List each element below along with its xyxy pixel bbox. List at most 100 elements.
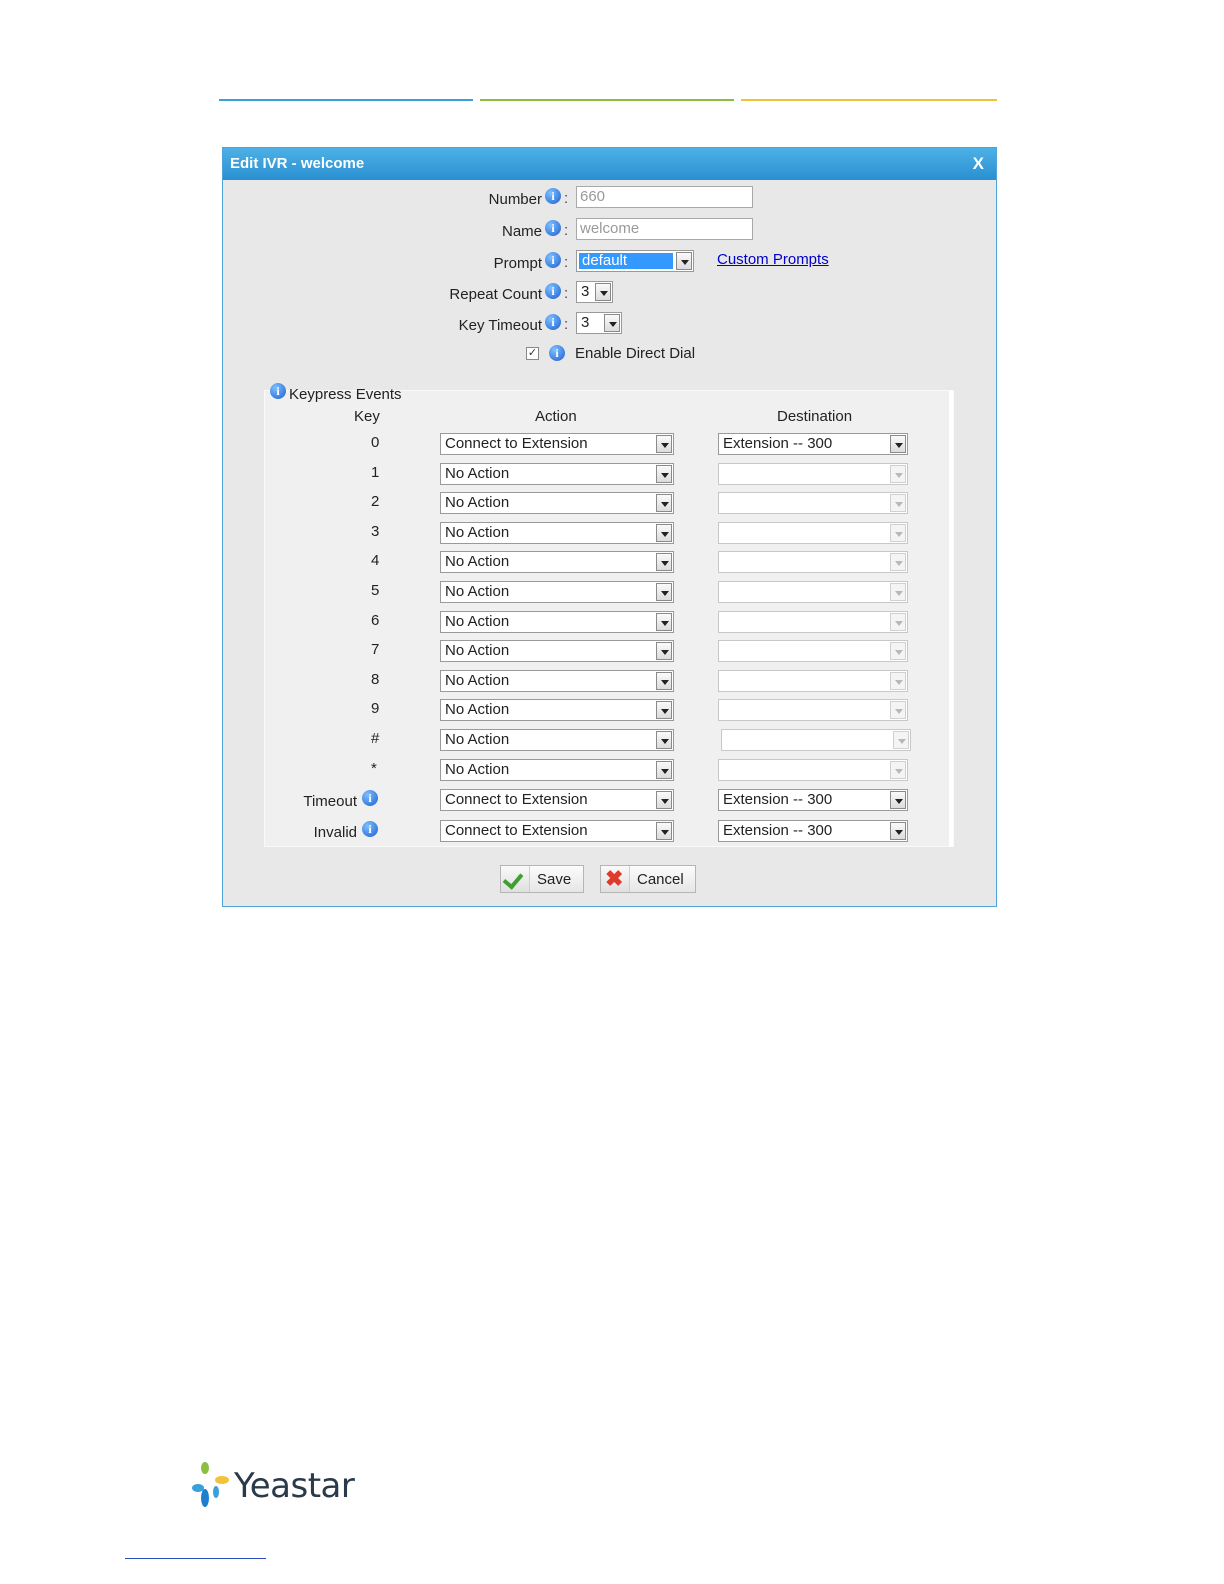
prompt-selected-value: default [579, 253, 673, 269]
prompt-label: Prompt [493, 255, 542, 272]
event-action-select[interactable]: No Action [440, 640, 674, 662]
invalid-destination-select[interactable]: Extension -- 300 [718, 820, 908, 842]
event-action-value: No Action [445, 731, 510, 748]
checkmark-icon [502, 868, 524, 890]
number-colon: : [564, 190, 569, 207]
yeastar-logo: Yeastar [192, 1458, 355, 1514]
event-action-value: No Action [445, 465, 510, 482]
chevron-down-icon [604, 314, 620, 332]
event-action-select[interactable]: No Action [440, 759, 674, 781]
chevron-down-icon [656, 435, 672, 453]
event-action-value: No Action [445, 761, 510, 778]
key-column-header: Key [354, 408, 380, 425]
event-action-select[interactable]: No Action [440, 522, 674, 544]
chevron-down-icon [656, 822, 672, 840]
key-timeout-info-icon[interactable]: i [545, 314, 561, 330]
direct-dial-info-icon[interactable]: i [549, 345, 565, 361]
keypress-events-info-icon[interactable]: i [270, 383, 286, 399]
event-action-select[interactable]: No Action [440, 463, 674, 485]
event-destination-select[interactable] [718, 699, 908, 721]
chevron-down-icon [656, 613, 672, 631]
event-key-label: # [371, 730, 380, 747]
name-field[interactable]: welcome [576, 218, 753, 240]
event-key-label: 8 [371, 671, 380, 688]
header-line-yellow [741, 99, 997, 101]
cross-icon: ✖ [605, 866, 624, 891]
event-key-label: * [371, 760, 377, 777]
keypress-events-title: Keypress Events [289, 386, 402, 403]
event-action-select[interactable]: No Action [440, 611, 674, 633]
direct-dial-checkbox[interactable]: ✓ [526, 347, 539, 360]
save-button-label: Save [537, 871, 572, 888]
event-destination-select[interactable] [718, 463, 908, 485]
event-action-value: No Action [445, 583, 510, 600]
dialog-title: Edit IVR - welcome [230, 155, 365, 172]
event-key-label: 3 [371, 523, 380, 540]
event-key-label: 0 [371, 434, 380, 451]
event-action-select[interactable]: No Action [440, 729, 674, 751]
repeat-count-value: 3 [581, 283, 590, 300]
timeout-action-select[interactable]: Connect to Extension [440, 789, 674, 811]
save-icon-box [501, 866, 530, 892]
timeout-destination-select[interactable]: Extension -- 300 [718, 789, 908, 811]
event-key-label: 6 [371, 612, 380, 629]
number-info-icon[interactable]: i [545, 188, 561, 204]
event-action-value: No Action [445, 553, 510, 570]
event-action-select[interactable]: No Action [440, 699, 674, 721]
invalid-info-icon[interactable]: i [362, 821, 378, 837]
event-action-value: No Action [445, 701, 510, 718]
events-scrollbar[interactable] [949, 391, 953, 846]
event-destination-select[interactable] [718, 581, 908, 603]
chevron-down-icon [890, 672, 906, 690]
event-action-select[interactable]: Connect to Extension [440, 433, 674, 455]
cancel-icon-box: ✖ [601, 866, 630, 892]
close-button[interactable]: X [973, 154, 984, 174]
repeat-count-select[interactable]: 3 [576, 281, 613, 303]
invalid-destination-value: Extension -- 300 [723, 822, 833, 839]
repeat-count-info-icon[interactable]: i [545, 283, 561, 299]
header-line-green [480, 99, 734, 101]
timeout-info-icon[interactable]: i [362, 790, 378, 806]
event-action-value: No Action [445, 613, 510, 630]
chevron-down-icon [656, 494, 672, 512]
number-field[interactable]: 660 [576, 186, 753, 208]
event-destination-select[interactable] [718, 551, 908, 573]
prompt-select[interactable]: default [576, 250, 694, 272]
event-destination-select[interactable] [718, 759, 908, 781]
key-timeout-select[interactable]: 3 [576, 312, 622, 334]
name-info-icon[interactable]: i [545, 220, 561, 236]
event-action-value: No Action [445, 642, 510, 659]
save-button[interactable]: Save [500, 865, 584, 893]
chevron-down-icon [656, 761, 672, 779]
header-line-blue [219, 99, 473, 101]
event-action-value: No Action [445, 672, 510, 689]
event-key-label: 7 [371, 641, 380, 658]
chevron-down-icon [890, 701, 906, 719]
chevron-down-icon [656, 642, 672, 660]
chevron-down-icon [890, 642, 906, 660]
dialog-titlebar: Edit IVR - welcome X [223, 148, 996, 180]
event-destination-select[interactable] [718, 522, 908, 544]
event-destination-select[interactable] [718, 611, 908, 633]
event-key-label: 4 [371, 552, 380, 569]
event-destination-select[interactable] [721, 729, 911, 751]
event-action-value: No Action [445, 494, 510, 511]
event-destination-select[interactable] [718, 670, 908, 692]
event-destination-select[interactable]: Extension -- 300 [718, 433, 908, 455]
chevron-down-icon [890, 435, 906, 453]
event-action-select[interactable]: No Action [440, 581, 674, 603]
chevron-down-icon [656, 553, 672, 571]
event-action-select[interactable]: No Action [440, 670, 674, 692]
cancel-button[interactable]: ✖ Cancel [600, 865, 696, 893]
timeout-action-value: Connect to Extension [445, 791, 588, 808]
prompt-info-icon[interactable]: i [545, 252, 561, 268]
event-destination-select[interactable] [718, 492, 908, 514]
chevron-down-icon [595, 283, 611, 301]
chevron-down-icon [890, 553, 906, 571]
key-timeout-label: Key Timeout [458, 317, 542, 334]
event-action-select[interactable]: No Action [440, 492, 674, 514]
event-action-select[interactable]: No Action [440, 551, 674, 573]
event-destination-select[interactable] [718, 640, 908, 662]
custom-prompts-link[interactable]: Custom Prompts [717, 251, 829, 268]
invalid-action-select[interactable]: Connect to Extension [440, 820, 674, 842]
